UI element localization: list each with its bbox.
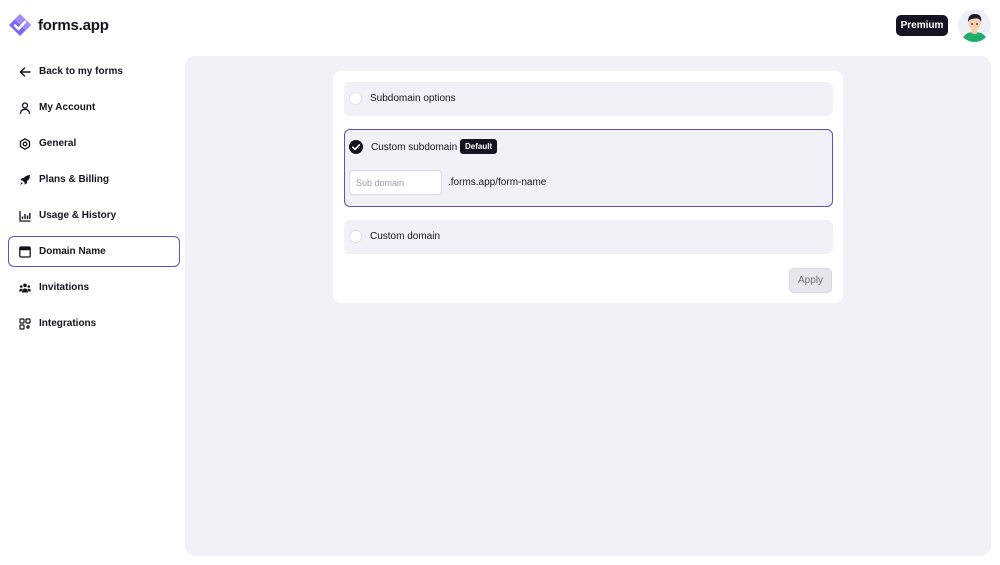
sidebar-item-label: Usage & History <box>39 210 117 221</box>
premium-badge[interactable]: Premium <box>896 15 948 36</box>
users-icon <box>19 282 31 294</box>
radio-unselected[interactable] <box>349 92 362 105</box>
sidebar-item-label: Plans & Billing <box>39 174 110 185</box>
check-circle-icon[interactable] <box>349 140 363 154</box>
rocket-icon <box>19 174 31 186</box>
sidebar-item-label: Integrations <box>39 318 97 329</box>
sidebar-item-invitations[interactable]: Invitations <box>8 272 180 303</box>
sidebar-item-label: Back to my forms <box>39 66 123 77</box>
sidebar-item-general[interactable]: General <box>8 128 180 159</box>
sidebar-item-label: Domain Name <box>39 246 106 257</box>
sidebar-item-integrations[interactable]: Integrations <box>8 308 180 339</box>
bar-chart-icon <box>19 210 31 222</box>
sidebar-item-plans-billing[interactable]: Plans & Billing <box>8 164 180 195</box>
default-badge: Default <box>460 139 498 154</box>
apply-button[interactable]: Apply <box>789 268 832 293</box>
sidebar-item-label: General <box>39 138 77 149</box>
sidebar: Back to my forms My Account General Plan… <box>8 56 180 344</box>
option-custom-domain[interactable]: Custom domain <box>344 220 833 254</box>
sidebar-item-domain-name[interactable]: Domain Name <box>8 236 180 267</box>
option-custom-subdomain[interactable]: Custom subdomain Default .forms.app/form… <box>344 129 833 207</box>
sidebar-item-usage-history[interactable]: Usage & History <box>8 200 180 231</box>
avatar-illustration-icon <box>958 9 991 42</box>
subdomain-input[interactable] <box>349 170 442 195</box>
grid-icon <box>19 317 31 330</box>
option-label: Custom subdomain <box>371 142 458 153</box>
option-label: Subdomain options <box>370 93 456 104</box>
domain-settings-card: Subdomain options Custom subdomain Defau… <box>333 71 843 303</box>
top-bar: forms.app Premium <box>0 0 1000 52</box>
main-content: Subdomain options Custom subdomain Defau… <box>185 56 991 556</box>
sidebar-item-label: Invitations <box>39 282 90 293</box>
logo[interactable]: forms.app <box>8 13 109 37</box>
browser-window-icon <box>19 245 31 258</box>
sidebar-item-my-account[interactable]: My Account <box>8 92 180 123</box>
domain-suffix: .forms.app/form-name <box>448 177 547 188</box>
user-icon <box>19 101 31 114</box>
avatar[interactable] <box>958 9 991 42</box>
gear-icon <box>19 137 31 150</box>
radio-unselected[interactable] <box>349 230 362 243</box>
logo-text: forms.app <box>38 16 109 34</box>
arrow-left-icon <box>19 66 31 78</box>
sidebar-item-label: My Account <box>39 102 96 113</box>
option-subdomain-options[interactable]: Subdomain options <box>344 82 833 116</box>
option-label: Custom domain <box>370 231 441 242</box>
forms-app-logo-icon <box>9 14 31 36</box>
sidebar-item-back-to-my-forms[interactable]: Back to my forms <box>8 56 180 87</box>
